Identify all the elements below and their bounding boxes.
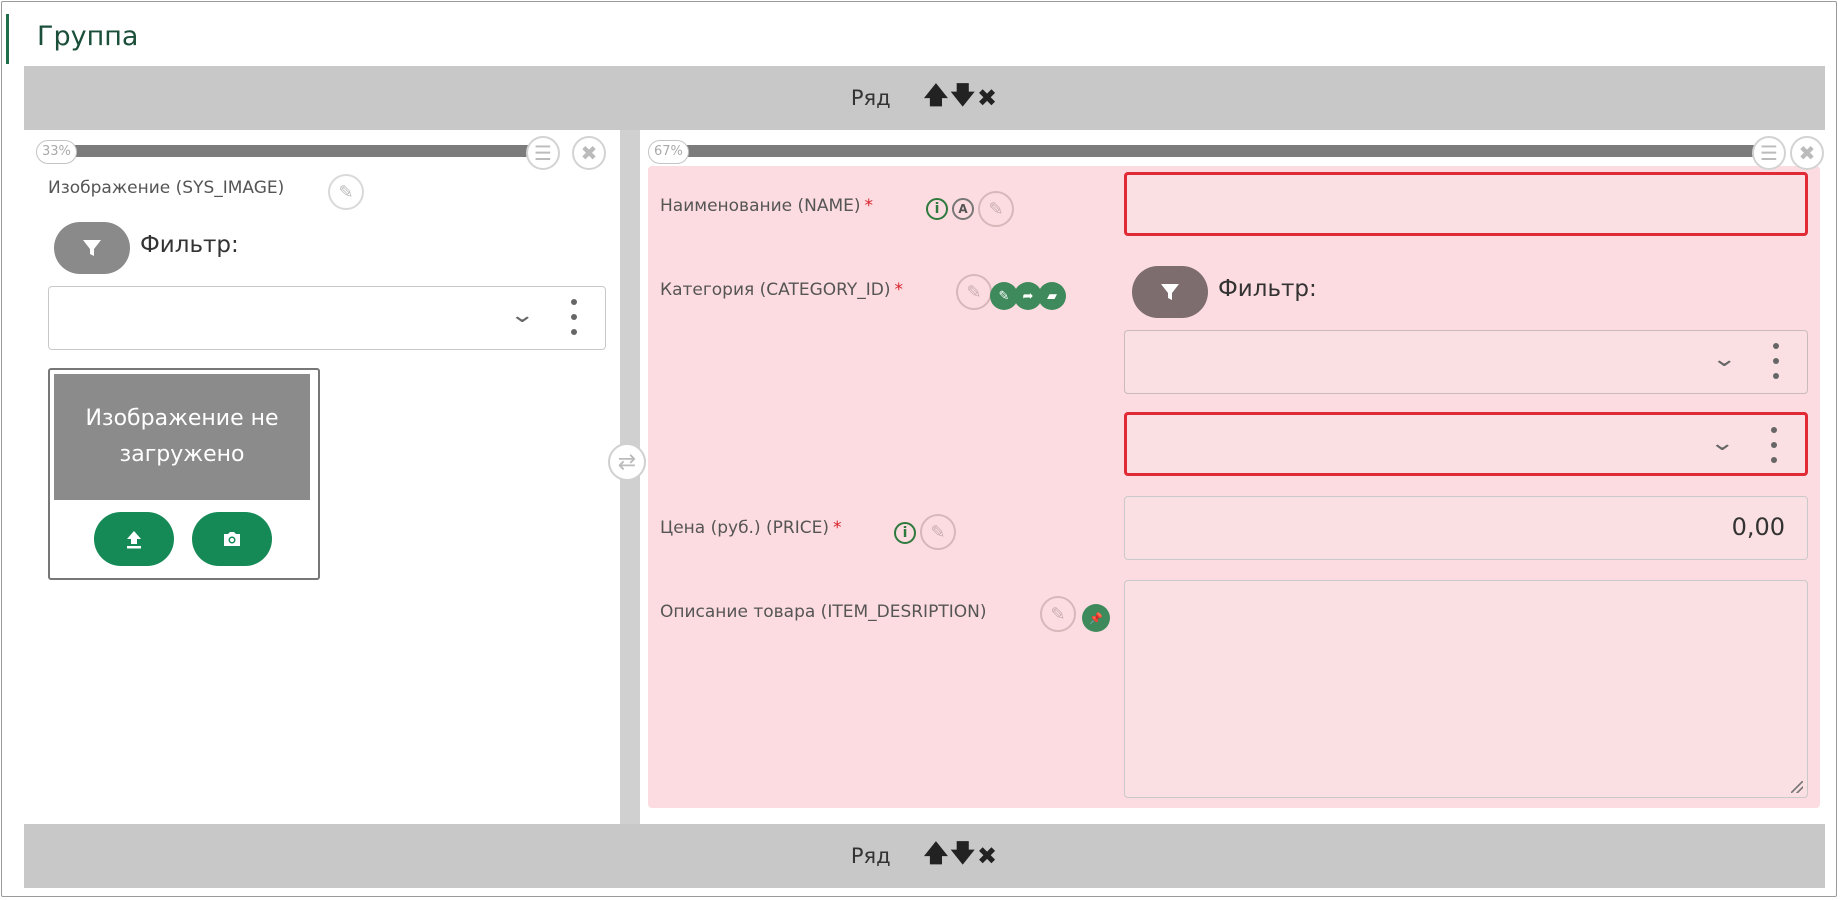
price-input[interactable]: 0,00 (1124, 496, 1808, 560)
edit-field-button[interactable]: ✎ (328, 174, 364, 210)
edit-icon: ✎ (988, 198, 1004, 220)
edit-field-button[interactable]: ✎ (920, 514, 956, 550)
edit-field-button[interactable]: ✎ (1040, 596, 1076, 632)
column-close-button[interactable]: ✖ (1790, 136, 1824, 170)
filter-icon (83, 240, 101, 256)
row-header: Ряд 🡅 🡇 ✖ (24, 824, 1825, 888)
move-row-down-button[interactable]: 🡇 (950, 78, 975, 119)
row-body: 33% ☰ ✖ Изображение (SYS_IMAGE) ✎ Фильтр… (24, 130, 1825, 824)
name-field-label: Наименование (NAME) * (660, 196, 874, 216)
swap-columns-button[interactable]: ⇄ (608, 443, 646, 481)
chevron-down-icon: ⌄ (508, 303, 535, 328)
camera-icon (224, 532, 240, 546)
filter-icon (1161, 284, 1179, 300)
chevron-down-icon: ⌄ (1710, 347, 1737, 372)
category-select[interactable]: ⌄ (1124, 412, 1808, 476)
filter-label: Фильтр: (1218, 276, 1317, 302)
row-label: Ряд (850, 86, 891, 110)
edit-icon: ✎ (1050, 603, 1066, 625)
chevron-down-icon: ⌄ (1708, 431, 1735, 456)
more-options-icon[interactable] (571, 299, 577, 335)
column-header-right: 67% ☰ ✖ (648, 136, 1824, 170)
resize-handle-icon[interactable] (1791, 781, 1803, 793)
column-close-button[interactable]: ✖ (572, 136, 606, 170)
required-mark: * (832, 518, 842, 538)
more-options-icon[interactable] (1771, 427, 1777, 463)
remove-row-button[interactable]: ✖ (977, 84, 997, 112)
column-settings-button[interactable]: ☰ (526, 136, 560, 170)
edit-icon: ✎ (338, 181, 354, 203)
image-upload-card: Изображение не загружено (48, 368, 320, 580)
description-textarea[interactable] (1124, 580, 1808, 798)
eraser-icon[interactable]: ▰ (1038, 282, 1066, 310)
filter-label: Фильтр: (140, 232, 239, 258)
row-label: Ряд (850, 844, 891, 868)
description-field-label: Описание товара (ITEM_DESRIPTION) (660, 602, 987, 622)
edit-icon: ✎ (966, 281, 982, 303)
edit-field-button[interactable]: ✎ (978, 191, 1014, 227)
pin-icon[interactable]: 📌 (1082, 604, 1110, 632)
edit-icon: ✎ (930, 521, 946, 543)
filter-button[interactable] (1132, 266, 1208, 318)
column-header-left: 33% ☰ ✖ (36, 136, 608, 170)
close-icon: ✖ (580, 141, 598, 165)
required-mark: * (864, 196, 874, 216)
move-row-down-button[interactable]: 🡇 (950, 836, 975, 877)
info-icon[interactable]: i (926, 198, 948, 220)
more-options-icon[interactable] (1773, 343, 1779, 379)
column-width-badge: 33% (36, 140, 77, 164)
row-header: Ряд 🡅 🡇 ✖ (24, 66, 1825, 130)
column-width-badge: 67% (648, 140, 689, 164)
settings-icon: ☰ (534, 141, 552, 165)
category-field-label: Категория (CATEGORY_ID) * (660, 280, 903, 300)
column-width-bar[interactable] (668, 145, 1762, 157)
image-field-label: Изображение (SYS_IMAGE) (48, 178, 285, 198)
swap-icon: ⇄ (617, 449, 637, 475)
move-row-up-button[interactable]: 🡅 (924, 78, 949, 119)
settings-icon: ☰ (1760, 141, 1778, 165)
close-icon: ✖ (1798, 141, 1816, 165)
filter-button[interactable] (54, 222, 130, 274)
upload-image-button[interactable] (94, 512, 174, 566)
name-input[interactable] (1124, 172, 1808, 236)
take-photo-button[interactable] (192, 512, 272, 566)
auto-icon[interactable]: A (952, 198, 974, 220)
group-frame: Группа Ряд 🡅 🡇 ✖ 33% ☰ ✖ Изображение (SY… (1, 1, 1837, 897)
edit-field-button[interactable]: ✎ (956, 274, 992, 310)
price-field-label: Цена (руб.) (PRICE) * (660, 518, 842, 538)
info-icon[interactable]: i (894, 522, 916, 544)
move-row-up-button[interactable]: 🡅 (924, 836, 949, 877)
group-title: Группа (6, 14, 138, 64)
column-width-bar[interactable] (56, 145, 546, 157)
image-placeholder: Изображение не загружено (54, 374, 310, 500)
required-mark: * (894, 280, 904, 300)
column-settings-button[interactable]: ☰ (1752, 136, 1786, 170)
upload-icon (127, 531, 141, 549)
image-select[interactable]: ⌄ (48, 286, 606, 350)
category-filter-select[interactable]: ⌄ (1124, 330, 1808, 394)
remove-row-button[interactable]: ✖ (977, 842, 997, 870)
